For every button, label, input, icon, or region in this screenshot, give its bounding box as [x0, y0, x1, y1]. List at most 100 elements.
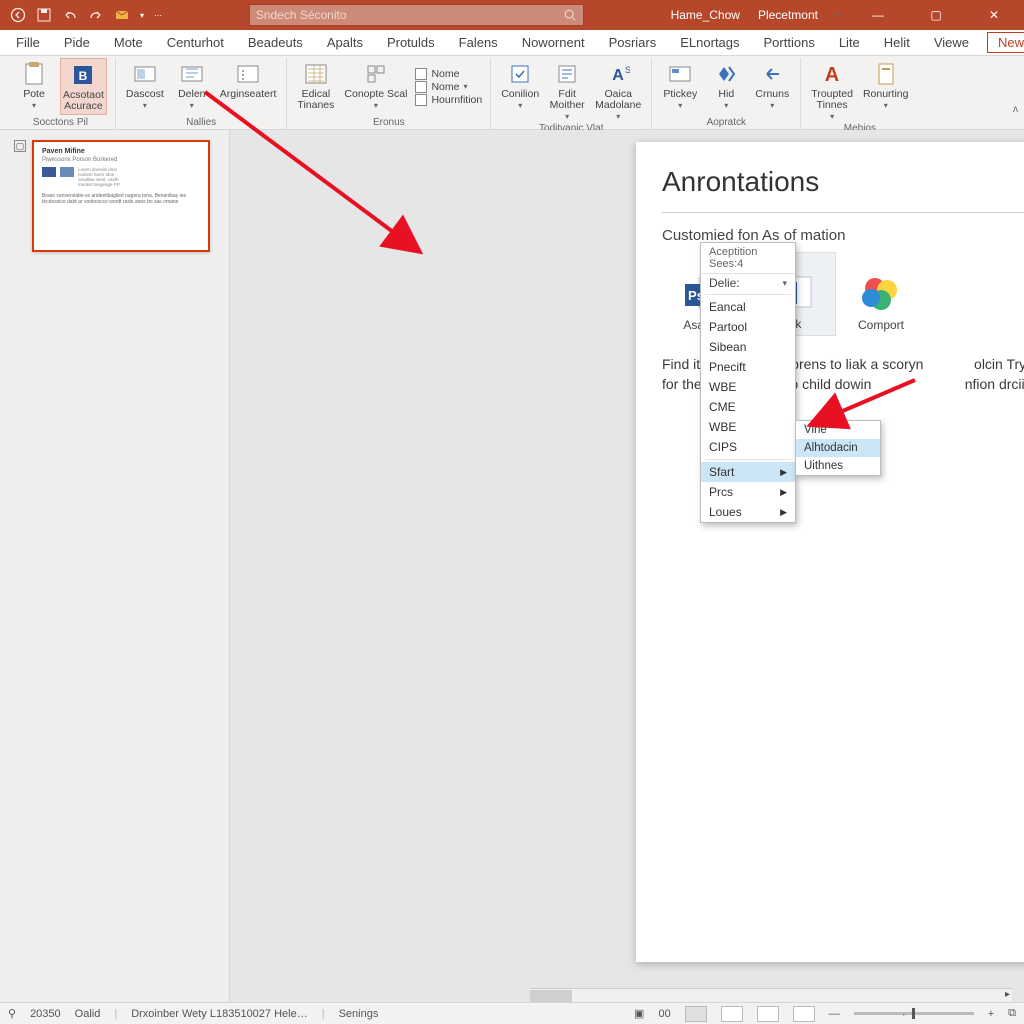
- arginseatert-button[interactable]: Arginseatert: [218, 58, 279, 115]
- status-zoompct-icon: ⚲: [8, 1007, 16, 1020]
- oaica-button[interactable]: ASOaicaMadolane▾: [593, 58, 643, 121]
- sub-item[interactable]: Uithnes: [796, 457, 880, 475]
- group-label: Eronus: [295, 115, 482, 129]
- tab-elnortags[interactable]: ELnortags: [670, 32, 749, 53]
- mail-icon[interactable]: [114, 7, 130, 23]
- tab-protulds[interactable]: Protulds: [377, 32, 445, 53]
- status-left4[interactable]: Senings: [339, 1008, 379, 1020]
- tab-helit[interactable]: Helit: [874, 32, 920, 53]
- ctx-header: Aceptition Sees:4: [701, 243, 795, 274]
- tab-lite[interactable]: Lite: [829, 32, 870, 53]
- ctx-item[interactable]: Pnecift: [701, 357, 795, 377]
- context-menu: Aceptition Sees:4 Delie:▾ Eancal Partool…: [700, 242, 796, 523]
- tab-nowornent[interactable]: Nowornent: [512, 32, 595, 53]
- tab-beadeuts[interactable]: Beadeuts: [238, 32, 313, 53]
- ptickey-button[interactable]: Ptickey▾: [660, 58, 700, 115]
- ribbon: Pote ▾ B AcsotaotAcurace Socctons Pil Da…: [0, 56, 1024, 130]
- back-icon[interactable]: [10, 7, 26, 23]
- redo-icon[interactable]: [88, 7, 104, 23]
- account-name[interactable]: Hame_Chow: [671, 8, 740, 22]
- ctx-item[interactable]: CME: [701, 397, 795, 417]
- tab-file[interactable]: Fille: [6, 32, 50, 53]
- page: Anrontations Customied fon As of mation …: [636, 142, 1024, 962]
- ctx-item[interactable]: WBE: [701, 377, 795, 397]
- group-label: Aopratck: [660, 115, 792, 129]
- save-icon[interactable]: [36, 7, 52, 23]
- tab-falens[interactable]: Falens: [449, 32, 508, 53]
- ribbon-display-icon[interactable]: ▾: [836, 11, 840, 20]
- minimize-button[interactable]: —: [858, 0, 898, 30]
- name-stack: Nome Nome ▾ Hournfition: [415, 58, 482, 115]
- ctx-item-loues[interactable]: Loues▶: [701, 502, 795, 522]
- search-icon: [563, 8, 577, 22]
- ctx-item-sfart[interactable]: Sfart▶: [701, 462, 795, 482]
- horizontal-scrollbar[interactable]: ▸: [530, 988, 1012, 1002]
- tab-pide[interactable]: Pide: [54, 32, 100, 53]
- edical-button[interactable]: EdicalTinanes: [295, 58, 336, 115]
- ctx-item[interactable]: Eancal: [701, 297, 795, 317]
- svg-text:S: S: [625, 65, 630, 75]
- ctx-item-prcs[interactable]: Prcs▶: [701, 482, 795, 502]
- view-reading-button[interactable]: [757, 1006, 779, 1022]
- collapse-ribbon-icon[interactable]: ʌ: [1013, 104, 1018, 115]
- dascost-button[interactable]: Dascost▾: [124, 58, 166, 115]
- ribbon-tabs: Fille Pide Mote Centurhot Beadeuts Apalt…: [0, 30, 1024, 56]
- delen-button[interactable]: Delen▾: [172, 58, 212, 115]
- page-indicator-icon: ▣: [634, 1007, 644, 1020]
- qat-more-icon[interactable]: ▾: [140, 11, 144, 20]
- undo-icon[interactable]: [62, 7, 78, 23]
- view-slideshow-button[interactable]: [793, 1006, 815, 1022]
- status-left3: Drxoinber Wety L183510027 Hele…: [131, 1008, 308, 1020]
- workspace: ▢ Paven Mifine Piwessonx Porson Borkered…: [0, 130, 1024, 1002]
- ronurting-button[interactable]: Ronurting▾: [861, 58, 911, 121]
- conilion-button[interactable]: Conilion▾: [499, 58, 541, 121]
- ctx-item[interactable]: WBE: [701, 417, 795, 437]
- acsotaot-button[interactable]: B AcsotaotAcurace: [60, 58, 107, 115]
- status-left2: Oalid: [75, 1008, 101, 1020]
- conopte-button[interactable]: Conopte Scal▾: [342, 58, 409, 115]
- troupted-button[interactable]: ATrouptedTinnes▾: [809, 58, 855, 121]
- hid-button[interactable]: Hid▾: [706, 58, 746, 115]
- svg-text:A: A: [825, 64, 839, 85]
- qat-overflow-icon[interactable]: ⋯: [154, 11, 162, 20]
- zoom-in-icon[interactable]: +: [988, 1008, 994, 1020]
- ctx-item[interactable]: Partool: [701, 317, 795, 337]
- canvas-area[interactable]: Anrontations Customied fon As of mation …: [230, 130, 1024, 1002]
- crnuns-button[interactable]: Crnuns▾: [752, 58, 792, 115]
- tab-apalts[interactable]: Apalts: [317, 32, 373, 53]
- slide-thumbnail-1[interactable]: Paven Mifine Piwessonx Porson Borkered L…: [32, 140, 210, 252]
- view-normal-button[interactable]: [685, 1006, 707, 1022]
- sub-item[interactable]: Alhtodacin: [796, 439, 880, 457]
- view-sorter-button[interactable]: [721, 1006, 743, 1022]
- sub-item[interactable]: Vine: [796, 421, 880, 439]
- pote-button[interactable]: Pote ▾: [14, 58, 54, 115]
- tab-centurhot[interactable]: Centurhot: [157, 32, 234, 53]
- tab-posriars[interactable]: Posriars: [599, 32, 667, 53]
- tab-viewe[interactable]: Viewe: [924, 32, 979, 53]
- ctx-delie[interactable]: Delie:▾: [701, 274, 795, 292]
- placement-label[interactable]: Plecetmont: [758, 8, 818, 22]
- svg-text:B: B: [79, 69, 88, 83]
- card-comport[interactable]: Comport: [838, 252, 924, 336]
- tab-mote[interactable]: Mote: [104, 32, 153, 53]
- ctx-item[interactable]: Sibean: [701, 337, 795, 357]
- fit-icon[interactable]: ⧉: [1008, 1007, 1016, 1020]
- svg-text:A: A: [612, 67, 624, 84]
- slide-thumbnails: ▢ Paven Mifine Piwessonx Porson Borkered…: [0, 130, 230, 1002]
- status-bar: ⚲ 20350 Oalid | Drxoinber Wety L18351002…: [0, 1002, 1024, 1024]
- ctx-item[interactable]: CIPS: [701, 437, 795, 457]
- search-placeholder: Sndech Séconito: [256, 8, 347, 22]
- maximize-button[interactable]: ▢: [916, 0, 956, 30]
- titlebar: ▾ ⋯ Sndech Séconito Hame_Chow Plecetmont…: [0, 0, 1024, 30]
- page-title: Anrontations: [662, 166, 1024, 198]
- thumb-index-icon[interactable]: ▢: [14, 140, 26, 152]
- zoom-slider[interactable]: ·: [854, 1012, 974, 1015]
- zoom-out-icon[interactable]: —: [829, 1008, 840, 1020]
- context-submenu: Vine Alhtodacin Uithnes: [795, 420, 881, 476]
- fdit-button[interactable]: FditMoither▾: [547, 58, 587, 121]
- new-button[interactable]: New: [987, 32, 1024, 53]
- page-number: 00: [658, 1008, 670, 1020]
- search-box[interactable]: Sndech Séconito: [249, 4, 584, 26]
- tab-porttions[interactable]: Porttions: [754, 32, 825, 53]
- close-button[interactable]: ✕: [974, 0, 1014, 30]
